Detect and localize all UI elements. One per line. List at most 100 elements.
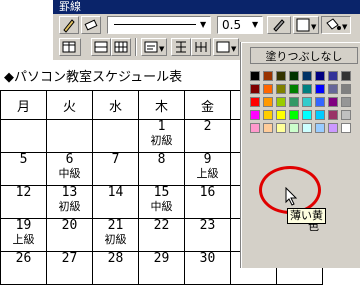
color-swatch[interactable] <box>328 110 338 120</box>
color-swatch[interactable] <box>328 123 338 133</box>
color-swatch[interactable] <box>341 97 351 107</box>
calendar-day-cell[interactable] <box>46 119 93 153</box>
day-number: 23 <box>199 218 216 233</box>
split-cells-button[interactable] <box>111 38 131 56</box>
color-swatch[interactable] <box>263 123 273 133</box>
weekday-header: 木 <box>138 90 185 120</box>
color-swatch[interactable] <box>263 84 273 94</box>
merge-cells-button[interactable] <box>91 38 111 56</box>
color-swatch[interactable] <box>302 123 312 133</box>
color-swatch[interactable] <box>315 71 325 81</box>
color-swatch[interactable] <box>302 71 312 81</box>
calendar-day-cell[interactable]: 12 <box>0 185 47 219</box>
calendar-day-cell[interactable]: 21 初級 <box>92 218 139 252</box>
distribute-columns-button[interactable] <box>191 38 211 56</box>
borders-button[interactable]: ▼ <box>293 16 319 34</box>
day-number: 30 <box>199 251 216 266</box>
color-swatch[interactable] <box>289 71 299 81</box>
toolbar-title[interactable]: 罫線 <box>53 0 360 14</box>
calendar-day-cell[interactable]: 1 初級 <box>138 119 185 153</box>
pencil-icon <box>63 19 75 33</box>
color-swatch[interactable] <box>289 110 299 120</box>
calendar-day-cell[interactable] <box>0 119 47 153</box>
color-swatch[interactable] <box>302 97 312 107</box>
calendar-day-cell[interactable]: 30 <box>184 251 231 285</box>
line-style-select[interactable]: ▼ <box>107 16 211 34</box>
toolbar-separator <box>135 38 137 56</box>
calendar-day-cell[interactable]: 8 <box>138 152 185 186</box>
calendar-day-cell[interactable]: 9 上級 <box>184 152 231 186</box>
color-swatch[interactable] <box>250 97 260 107</box>
day-number: 21 <box>107 218 124 233</box>
color-swatch[interactable] <box>250 110 260 120</box>
calendar-day-cell[interactable] <box>92 119 139 153</box>
day-number: 16 <box>199 185 216 200</box>
color-swatch[interactable] <box>328 84 338 94</box>
color-swatch[interactable] <box>289 84 299 94</box>
color-swatch[interactable] <box>276 84 286 94</box>
color-swatch[interactable] <box>341 110 351 120</box>
day-number: 27 <box>61 251 78 266</box>
color-swatch[interactable] <box>315 97 325 107</box>
svg-text:▼: ▼ <box>231 45 237 53</box>
erase-border-button[interactable] <box>81 16 101 34</box>
color-swatch[interactable] <box>302 110 312 120</box>
calendar-day-cell[interactable]: 29 <box>138 251 185 285</box>
color-swatch[interactable] <box>289 123 299 133</box>
calendar-day-cell[interactable]: 15 中級 <box>138 185 185 219</box>
color-swatch[interactable] <box>250 71 260 81</box>
weekday-header: 火 <box>46 90 93 120</box>
calendar-day-cell[interactable]: 22 <box>138 218 185 252</box>
calendar-day-cell[interactable]: 23 <box>184 218 231 252</box>
color-swatch[interactable] <box>328 71 338 81</box>
color-swatch[interactable] <box>328 97 338 107</box>
color-swatch[interactable] <box>263 97 273 107</box>
color-swatch[interactable] <box>341 71 351 81</box>
pen-color-icon <box>273 19 285 32</box>
line-width-value: 0.5 <box>222 18 242 32</box>
border-color-button[interactable] <box>267 16 291 34</box>
color-swatch[interactable] <box>276 97 286 107</box>
calendar-day-cell[interactable]: 28 <box>92 251 139 285</box>
calendar-day-cell[interactable]: 6 中級 <box>46 152 93 186</box>
day-number: 9 <box>203 152 212 167</box>
calendar-day-cell[interactable]: 13 初級 <box>46 185 93 219</box>
calendar-day-cell[interactable]: 7 <box>92 152 139 186</box>
calendar-day-cell[interactable]: 16 <box>184 185 231 219</box>
color-swatch[interactable] <box>276 123 286 133</box>
calendar-day-cell[interactable]: 20 <box>46 218 93 252</box>
color-swatch[interactable] <box>276 110 286 120</box>
color-swatch[interactable] <box>263 110 273 120</box>
calendar-day-cell[interactable]: 5 <box>0 152 47 186</box>
color-swatch[interactable] <box>302 84 312 94</box>
color-swatch[interactable] <box>315 110 325 120</box>
insert-table-button[interactable] <box>59 38 81 56</box>
color-swatch[interactable] <box>315 84 325 94</box>
color-swatch[interactable] <box>341 84 351 94</box>
calendar-day-cell[interactable]: 26 <box>0 251 47 285</box>
no-fill-button[interactable]: 塗りつぶしなし <box>250 47 358 64</box>
calendar-day-cell[interactable]: 27 <box>46 251 93 285</box>
calendar-day-cell[interactable]: 14 <box>92 185 139 219</box>
calendar-day-cell[interactable]: 2 <box>184 119 231 153</box>
class-level: 初級 <box>104 233 127 246</box>
draw-border-pencil-button[interactable] <box>59 16 79 34</box>
calendar-day-cell[interactable]: 19 上級 <box>0 218 47 252</box>
day-number: 2 <box>203 119 212 134</box>
svg-text:▼: ▼ <box>159 45 165 53</box>
line-width-select[interactable]: 0.5 ▼ <box>217 16 263 34</box>
color-swatch[interactable] <box>263 71 273 81</box>
color-swatch[interactable] <box>341 123 351 133</box>
color-swatch[interactable] <box>289 97 299 107</box>
weekday-header: 月 <box>0 90 47 120</box>
autofit-button[interactable]: ▼ <box>213 38 239 56</box>
color-swatch[interactable] <box>250 123 260 133</box>
color-swatch[interactable] <box>276 71 286 81</box>
align-button[interactable]: ▼ <box>141 38 167 56</box>
color-swatch[interactable] <box>250 84 260 94</box>
day-number: 14 <box>107 185 124 200</box>
fill-color-button[interactable]: ▼ <box>321 16 351 34</box>
distribute-rows-button[interactable] <box>171 38 191 56</box>
day-number: 28 <box>107 251 124 266</box>
color-swatch[interactable] <box>315 123 325 133</box>
